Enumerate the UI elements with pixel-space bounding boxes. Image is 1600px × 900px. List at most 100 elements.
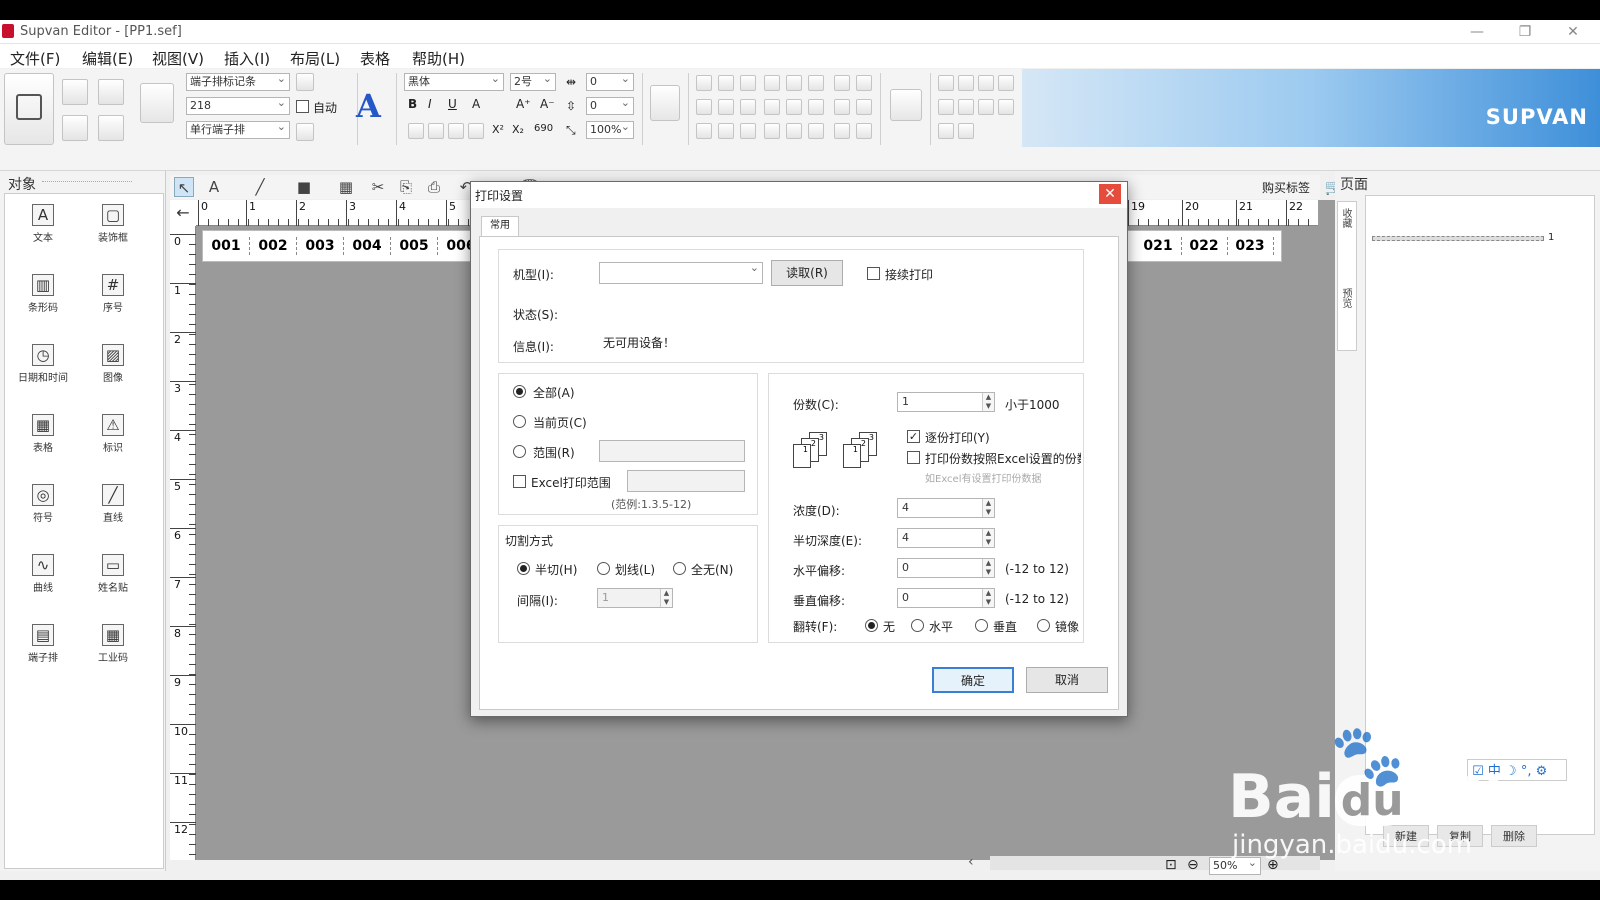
flip-mirror-radio[interactable]: [1037, 619, 1050, 632]
cut-none-radio[interactable]: [673, 562, 686, 575]
menu-edit[interactable]: 编辑(E): [82, 48, 133, 69]
align-center-icon[interactable]: [428, 123, 444, 139]
menu-insert[interactable]: 插入(I): [224, 48, 270, 69]
excel-range-input[interactable]: [627, 470, 745, 492]
auto-checkbox[interactable]: [296, 100, 309, 113]
align-left-icon[interactable]: [408, 123, 424, 139]
delete-col-icon[interactable]: [998, 75, 1014, 91]
open-file-button[interactable]: [98, 79, 124, 105]
paste-format-icon[interactable]: [856, 99, 872, 115]
object-line[interactable]: ╱ 直线: [83, 474, 143, 534]
cut-icon[interactable]: ✂: [368, 177, 388, 197]
underline-button[interactable]: U: [448, 97, 457, 111]
crop-icon[interactable]: [786, 123, 802, 139]
cut-line-radio[interactable]: [597, 562, 610, 575]
printer-settings-button[interactable]: [140, 83, 174, 123]
object-text[interactable]: A 文本: [13, 194, 73, 254]
new-file-button[interactable]: [62, 79, 88, 105]
ok-button[interactable]: 确定: [932, 667, 1014, 693]
continuous-print-checkbox[interactable]: [867, 267, 880, 280]
refresh-icon[interactable]: [296, 73, 314, 91]
ungroup-icon[interactable]: [764, 99, 780, 115]
columns-icon[interactable]: [834, 75, 850, 91]
flip-none-radio[interactable]: [865, 619, 878, 632]
insert-col-icon[interactable]: [958, 75, 974, 91]
add-rect-icon[interactable]: ■: [294, 177, 314, 197]
justify-icon[interactable]: [468, 123, 484, 139]
copy-format-icon[interactable]: [834, 99, 850, 115]
menu-table[interactable]: 表格: [360, 48, 390, 69]
distribute-v-icon[interactable]: [786, 75, 802, 91]
v-offset-input[interactable]: 0 ▲ ▼: [897, 588, 995, 608]
buy-labels-link[interactable]: 购买标签: [1262, 179, 1310, 196]
menu-file[interactable]: 文件(F): [10, 48, 60, 69]
flip-horizontal-radio[interactable]: [911, 619, 924, 632]
object-curve[interactable]: ∿ 曲线: [13, 544, 73, 604]
object-datetime[interactable]: ◷ 日期和时间: [13, 334, 73, 394]
superscript-button[interactable]: X²: [492, 123, 504, 136]
save-button[interactable]: [62, 115, 88, 141]
h-offset-input[interactable]: 0 ▲ ▼: [897, 558, 995, 578]
copy-icon[interactable]: ⎘: [396, 177, 416, 197]
copies-input[interactable]: 1 ▲ ▼: [897, 392, 995, 412]
bold-button[interactable]: B: [408, 97, 417, 111]
line-spacing-input[interactable]: 0: [586, 95, 634, 115]
width-input[interactable]: 218: [186, 95, 290, 115]
object-sign[interactable]: ⚠ 标识: [83, 404, 143, 464]
label-cell[interactable]: 021: [1135, 231, 1181, 261]
tab-general[interactable]: 常用: [481, 216, 519, 236]
merge-cells-icon[interactable]: [938, 99, 954, 115]
object-barcode[interactable]: ▥ 条形码: [13, 264, 73, 324]
cancel-button[interactable]: 取消: [1026, 667, 1108, 693]
flip-v-icon[interactable]: [718, 123, 734, 139]
label-cell[interactable]: 022: [1181, 231, 1227, 261]
fit-icon[interactable]: [740, 123, 756, 139]
row-mode-select[interactable]: 单行端子排: [186, 119, 290, 139]
print-preview-button[interactable]: [98, 115, 124, 141]
rows-icon[interactable]: [856, 75, 872, 91]
collate-checkbox[interactable]: ✓: [907, 430, 920, 443]
number-format-button[interactable]: 690: [534, 123, 553, 134]
split-cells-icon[interactable]: [958, 99, 974, 115]
center-h-icon[interactable]: [786, 99, 802, 115]
row-height-icon[interactable]: [938, 123, 954, 139]
close-window-button[interactable]: ✕: [1558, 22, 1588, 42]
zoom-fit-icon[interactable]: ⊡: [1165, 857, 1177, 873]
group-icon[interactable]: [740, 99, 756, 115]
menu-layout[interactable]: 布局(L): [290, 48, 340, 69]
grow-font-button[interactable]: A⁺: [516, 97, 531, 111]
object-industrial-code[interactable]: ▦ 工业码: [83, 614, 143, 674]
scroll-left-icon[interactable]: ‹: [968, 854, 974, 870]
zoom-out-icon[interactable]: ⊖: [1187, 857, 1199, 873]
interval-input[interactable]: 1 ▲ ▼: [597, 588, 673, 608]
favorites-tab[interactable]: 收藏: [1338, 208, 1353, 228]
label-cell[interactable]: 004: [344, 231, 390, 261]
range-all-radio[interactable]: [513, 385, 526, 398]
dialog-close-button[interactable]: ✕: [1099, 184, 1121, 204]
align-right-icon[interactable]: [448, 123, 464, 139]
add-text-icon[interactable]: A: [204, 177, 224, 197]
page-thumbnail[interactable]: [1372, 236, 1544, 241]
char-spacing-input[interactable]: 0: [586, 71, 634, 91]
object-serial[interactable]: # 序号: [83, 264, 143, 324]
lock-icon[interactable]: [834, 123, 850, 139]
label-cell[interactable]: 005: [391, 231, 437, 261]
label-cell[interactable]: 001: [203, 231, 249, 261]
flip-vertical-radio[interactable]: [975, 619, 988, 632]
range-input[interactable]: [599, 440, 745, 462]
cut-half-radio[interactable]: [517, 562, 530, 575]
distribute-h-icon[interactable]: [764, 75, 780, 91]
add-table-icon[interactable]: ▦: [336, 177, 356, 197]
label-cell[interactable]: 003: [297, 231, 343, 261]
ruler-corner-arrow-icon[interactable]: ←: [170, 200, 196, 226]
same-width-icon[interactable]: [808, 75, 824, 91]
density-input[interactable]: 4 ▲ ▼: [897, 498, 995, 518]
add-line-icon[interactable]: ╱: [250, 177, 270, 197]
object-terminal-strip[interactable]: ▤ 端子排: [13, 614, 73, 674]
rotate-button[interactable]: [650, 85, 680, 121]
print-button[interactable]: [4, 73, 54, 145]
font-color-button[interactable]: A: [472, 97, 480, 111]
shrink-font-button[interactable]: A⁻: [540, 97, 555, 111]
restore-button[interactable]: ❐: [1510, 22, 1540, 42]
excel-copies-checkbox[interactable]: [907, 451, 920, 464]
